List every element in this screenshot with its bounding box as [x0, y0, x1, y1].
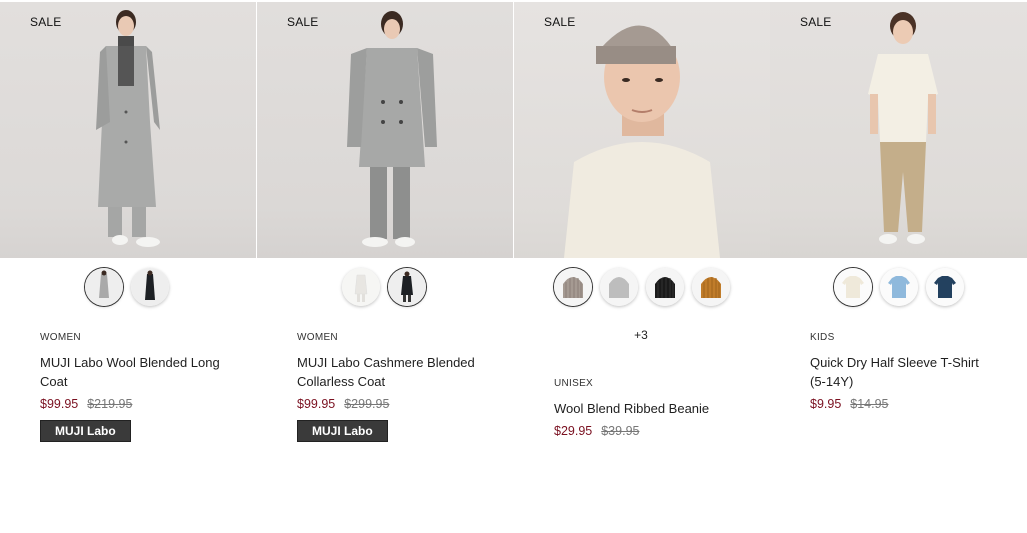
- white-coat-icon[interactable]: [342, 268, 380, 306]
- price-row: $29.95 $39.95: [554, 424, 734, 438]
- color-swatches: [514, 268, 770, 310]
- product-info: UNISEX Wool Blend Ribbed Beanie $29.95 $3…: [554, 378, 734, 438]
- gray-beanie-icon[interactable]: [600, 268, 638, 306]
- navy-tshirt-icon[interactable]: [926, 268, 964, 306]
- product-info: WOMEN MUJI Labo Wool Blended Long Coat $…: [40, 332, 220, 442]
- original-price: $14.95: [850, 397, 889, 411]
- color-swatches: [770, 268, 1027, 310]
- muji-labo-badge[interactable]: MUJI Labo: [40, 420, 131, 442]
- light-gray-coat-icon[interactable]: [85, 268, 123, 306]
- product-grid: SALE WOMEN MUJI Labo Wool Blended Long C…: [0, 2, 1027, 533]
- off-white-tshirt-icon[interactable]: [834, 268, 872, 306]
- product-image[interactable]: SALE: [514, 2, 770, 258]
- product-image[interactable]: SALE: [0, 2, 256, 258]
- product-card[interactable]: SALE KIDS Quick Dry Half Sleeve T-Shirt …: [770, 2, 1027, 533]
- price-row: $9.95 $14.95: [810, 397, 990, 411]
- kid-tshirt-photo: [868, 12, 938, 244]
- light-blue-tshirt-icon[interactable]: [880, 268, 918, 306]
- product-image[interactable]: SALE: [770, 2, 1027, 258]
- price-row: $99.95 $219.95: [40, 397, 220, 411]
- price-row: $99.95 $299.95: [297, 397, 477, 411]
- category-label: WOMEN: [40, 332, 81, 343]
- original-price: $219.95: [87, 397, 133, 411]
- product-name[interactable]: Quick Dry Half Sleeve T-Shirt (5-14Y): [810, 353, 990, 391]
- original-price: $299.95: [344, 397, 390, 411]
- more-colors-link[interactable]: +3: [513, 328, 769, 342]
- category-label: WOMEN: [297, 332, 338, 343]
- product-name[interactable]: Wool Blend Ribbed Beanie: [554, 399, 734, 418]
- color-swatches: [257, 268, 513, 310]
- man-beanie-photo: [564, 25, 720, 258]
- black-beanie-icon[interactable]: [646, 268, 684, 306]
- original-price: $39.95: [601, 424, 640, 438]
- product-info: KIDS Quick Dry Half Sleeve T-Shirt (5-14…: [810, 332, 990, 411]
- product-card[interactable]: SALE WOMEN MUJI Labo Cashmere Blended Co…: [257, 2, 513, 533]
- product-card[interactable]: SALE WOMEN MUJI Labo Wool Blended Long C…: [0, 2, 256, 533]
- color-swatches: [0, 268, 256, 310]
- product-info: WOMEN MUJI Labo Cashmere Blended Collarl…: [297, 332, 477, 442]
- product-name[interactable]: MUJI Labo Cashmere Blended Collarless Co…: [297, 353, 477, 391]
- sale-tag: SALE: [287, 15, 319, 29]
- product-card[interactable]: SALE +3 UNISEX Wool Blend Ribbed Beanie …: [514, 2, 770, 533]
- sale-price: $9.95: [810, 397, 842, 411]
- black-coat-icon[interactable]: [131, 268, 169, 306]
- woman-collarless-coat-photo: [347, 11, 437, 247]
- sale-price: $29.95: [554, 424, 593, 438]
- product-name[interactable]: MUJI Labo Wool Blended Long Coat: [40, 353, 220, 391]
- sale-price: $99.95: [297, 397, 336, 411]
- sale-tag: SALE: [800, 15, 832, 29]
- category-label: UNISEX: [554, 378, 594, 389]
- sale-tag: SALE: [30, 15, 62, 29]
- muji-labo-badge[interactable]: MUJI Labo: [297, 420, 388, 442]
- sale-tag: SALE: [544, 15, 576, 29]
- beige-beanie-icon[interactable]: [554, 268, 592, 306]
- category-label: KIDS: [810, 332, 835, 343]
- sale-price: $99.95: [40, 397, 79, 411]
- product-image[interactable]: SALE: [257, 2, 513, 258]
- black-coat-icon[interactable]: [388, 268, 426, 306]
- woman-long-coat-photo: [96, 10, 160, 247]
- mustard-beanie-icon[interactable]: [692, 268, 730, 306]
